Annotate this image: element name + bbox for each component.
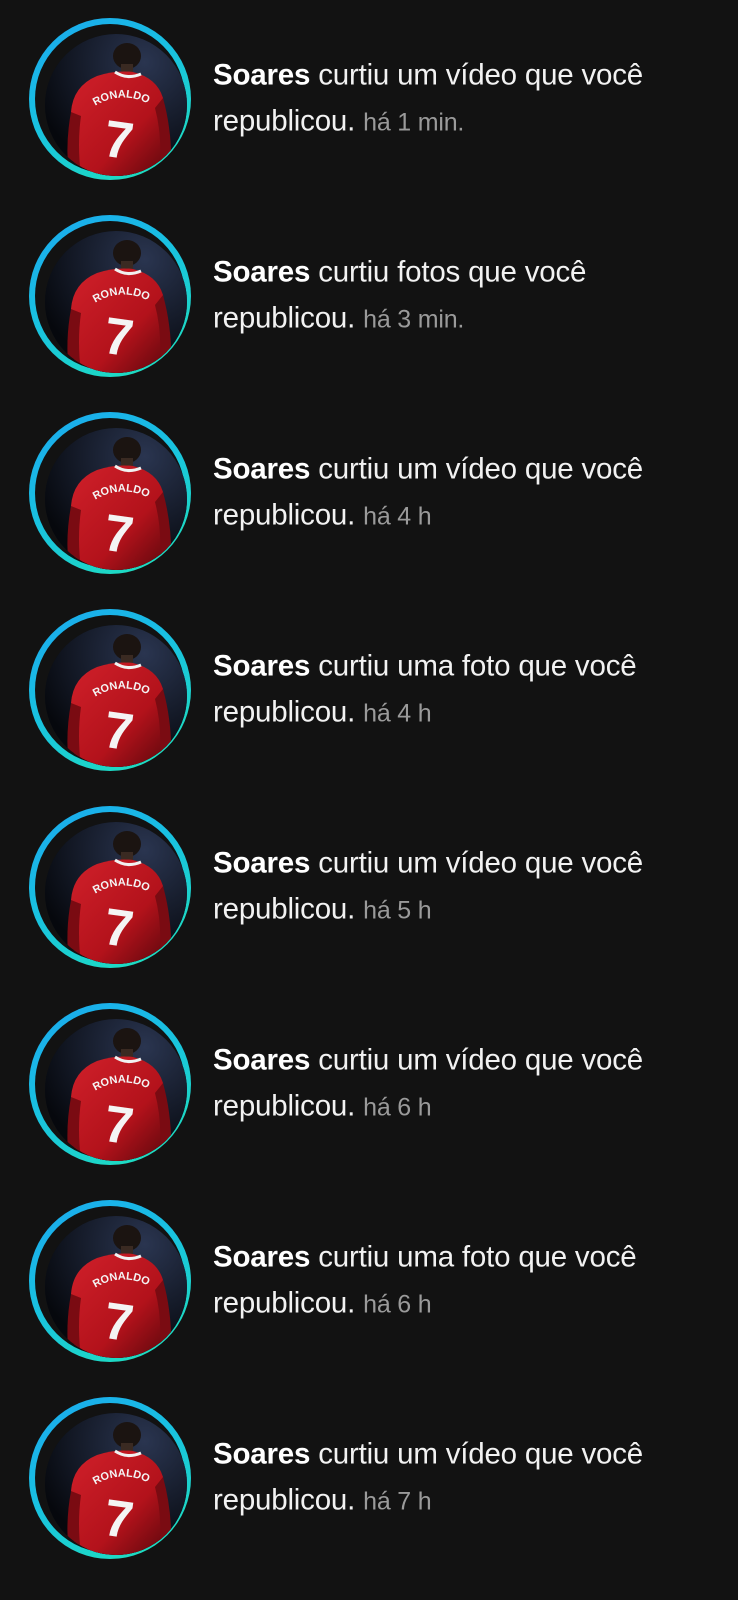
username-link[interactable]: Soares bbox=[213, 1240, 310, 1273]
notification-action: curtiu um vídeo que você bbox=[318, 1437, 644, 1470]
notification-text: Soares curtiu um vídeo que você republic… bbox=[213, 1037, 723, 1130]
notification-item[interactable]: RONALDO 7 Soares curtiu um vídeo que você… bbox=[0, 788, 738, 985]
notification-time: há 4 h bbox=[363, 699, 432, 727]
notification-action-end: republicou. bbox=[213, 1483, 356, 1516]
notification-item[interactable]: RONALDO 7 Soares curtiu uma foto que você… bbox=[0, 1182, 738, 1379]
notification-time: há 3 min. bbox=[363, 305, 465, 333]
notification-item[interactable]: RONALDO 7 Soares curtiu um vídeo que você… bbox=[0, 1379, 738, 1576]
notification-time: há 4 h bbox=[363, 502, 432, 530]
notification-time: há 6 h bbox=[363, 1290, 432, 1318]
notification-action: curtiu um vídeo que você bbox=[318, 846, 644, 879]
notification-text: Soares curtiu um vídeo que você republic… bbox=[213, 840, 723, 933]
notification-action-end: republicou. bbox=[213, 498, 356, 531]
username-link[interactable]: Soares bbox=[213, 649, 310, 682]
notification-time: há 6 h bbox=[363, 1093, 432, 1121]
notification-feed: RONALDO 7 Soares curtiu um vídeo que você… bbox=[0, 0, 738, 1600]
notification-text: Soares curtiu um vídeo que você republic… bbox=[213, 1431, 723, 1524]
notification-action: curtiu um vídeo que você bbox=[318, 1043, 644, 1076]
notification-action-end: republicou. bbox=[213, 104, 356, 137]
story-ring[interactable]: RONALDO 7 bbox=[29, 1199, 191, 1362]
ronaldo-jersey-avatar-icon: RONALDO 7 bbox=[45, 1215, 187, 1358]
ronaldo-jersey-avatar-icon: RONALDO 7 bbox=[45, 1018, 187, 1161]
ronaldo-jersey-avatar-icon: RONALDO 7 bbox=[45, 33, 187, 176]
ronaldo-jersey-avatar-icon: RONALDO 7 bbox=[45, 230, 187, 373]
notification-item[interactable]: RONALDO 7 Soares curtiu uma foto que você… bbox=[0, 591, 738, 788]
ronaldo-jersey-avatar-icon: RONALDO 7 bbox=[45, 1412, 187, 1555]
story-ring[interactable]: RONALDO 7 bbox=[29, 17, 191, 180]
username-link[interactable]: Soares bbox=[213, 452, 310, 485]
notification-text: Soares curtiu um vídeo que você republic… bbox=[213, 446, 723, 539]
notification-time: há 7 h bbox=[363, 1487, 432, 1515]
notification-time: há 5 h bbox=[363, 896, 432, 924]
notification-text: Soares curtiu fotos que você republicou.… bbox=[213, 249, 723, 342]
username-link[interactable]: Soares bbox=[213, 1437, 310, 1470]
notification-action-end: republicou. bbox=[213, 1089, 356, 1122]
username-link[interactable]: Soares bbox=[213, 846, 310, 879]
username-link[interactable]: Soares bbox=[213, 58, 310, 91]
story-ring[interactable]: RONALDO 7 bbox=[29, 214, 191, 377]
story-ring[interactable]: RONALDO 7 bbox=[29, 411, 191, 574]
story-ring[interactable]: RONALDO 7 bbox=[29, 1396, 191, 1559]
notification-text: Soares curtiu uma foto que você republic… bbox=[213, 1234, 723, 1327]
notification-action-end: republicou. bbox=[213, 695, 356, 728]
story-ring[interactable]: RONALDO 7 bbox=[29, 805, 191, 968]
notification-action-end: republicou. bbox=[213, 892, 356, 925]
notification-item[interactable]: RONALDO 7 Soares curtiu fotos que você re… bbox=[0, 197, 738, 394]
notification-item[interactable]: RONALDO 7 Soares curtiu um vídeo que você… bbox=[0, 985, 738, 1182]
notification-text: Soares curtiu uma foto que você republic… bbox=[213, 643, 723, 736]
username-link[interactable]: Soares bbox=[213, 1043, 310, 1076]
notification-action: curtiu uma foto que você bbox=[318, 1240, 637, 1273]
notification-action: curtiu um vídeo que você bbox=[318, 58, 644, 91]
notification-action: curtiu um vídeo que você bbox=[318, 452, 644, 485]
ronaldo-jersey-avatar-icon: RONALDO 7 bbox=[45, 427, 187, 570]
notification-action: curtiu fotos que você bbox=[318, 255, 587, 288]
story-ring[interactable]: RONALDO 7 bbox=[29, 608, 191, 771]
ronaldo-jersey-avatar-icon: RONALDO 7 bbox=[45, 624, 187, 767]
username-link[interactable]: Soares bbox=[213, 255, 310, 288]
notification-action: curtiu uma foto que você bbox=[318, 649, 637, 682]
notification-item[interactable]: RONALDO 7 Soares curtiu um vídeo que você… bbox=[0, 0, 738, 197]
notification-text: Soares curtiu um vídeo que você republic… bbox=[213, 52, 723, 145]
story-ring[interactable]: RONALDO 7 bbox=[29, 1002, 191, 1165]
notification-action-end: republicou. bbox=[213, 1286, 356, 1319]
notification-item[interactable]: RONALDO 7 Soares curtiu um vídeo que você… bbox=[0, 394, 738, 591]
notification-action-end: republicou. bbox=[213, 301, 356, 334]
ronaldo-jersey-avatar-icon: RONALDO 7 bbox=[45, 821, 187, 964]
notification-time: há 1 min. bbox=[363, 108, 465, 136]
